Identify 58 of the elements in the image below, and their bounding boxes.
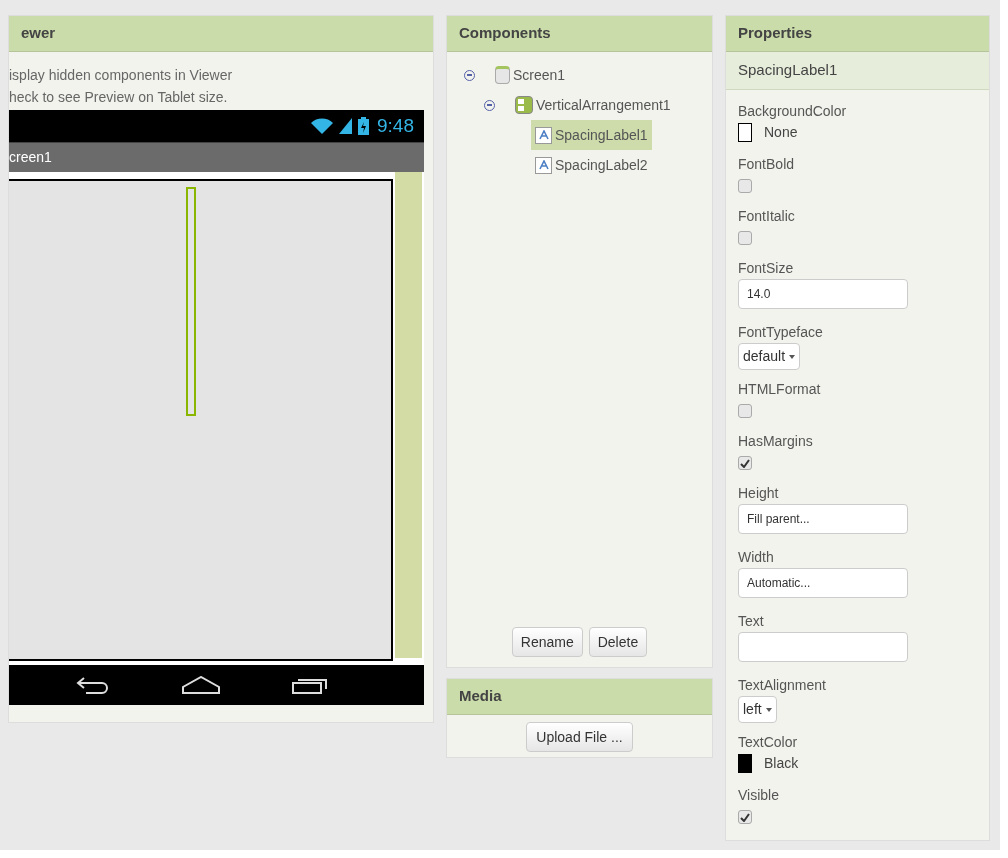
property-label: FontSize: [738, 259, 795, 277]
property-label: Width: [738, 548, 775, 566]
text-field[interactable]: 14.0: [738, 279, 908, 309]
checkmark-icon: [740, 458, 750, 468]
battery-icon: [358, 117, 369, 135]
recent-apps-icon[interactable]: [291, 676, 328, 694]
option-label[interactable]: heck to see Preview on Tablet size.: [9, 88, 433, 106]
checkbox[interactable]: [738, 456, 752, 470]
color-swatch[interactable]: [738, 123, 752, 142]
dropdown[interactable]: default: [738, 343, 801, 370]
property-label: HasMargins: [738, 432, 814, 450]
color-value: None: [764, 123, 798, 142]
caret-icon: [765, 707, 772, 712]
property-label: Height: [738, 484, 780, 502]
text-field[interactable]: [738, 632, 908, 662]
property-label: Visible: [738, 786, 780, 804]
action-button[interactable]: Delete: [588, 627, 648, 657]
checkbox[interactable]: [738, 810, 752, 824]
property-label: TextColor: [738, 733, 799, 751]
app-title-bar: creen1: [9, 142, 424, 172]
option-label[interactable]: isplay hidden components in Viewer: [9, 66, 433, 84]
action-button[interactable]: Rename: [511, 627, 583, 657]
property-label: FontItalic: [738, 207, 796, 225]
panel-header: ewer: [9, 16, 433, 52]
status-time: 9:48: [377, 113, 414, 138]
panel-header: Properties: [726, 16, 989, 52]
wifi-icon: [311, 118, 333, 134]
caret-icon: [789, 354, 796, 359]
checkmark-icon: [740, 812, 750, 822]
property-label: FontBold: [738, 155, 796, 173]
tree-item[interactable]: VerticalArrangement1: [511, 90, 675, 120]
text-field[interactable]: Fill parent...: [738, 504, 908, 534]
label-icon: [535, 126, 552, 144]
color-value: Black: [764, 754, 799, 773]
property-label: TextAlignment: [738, 676, 827, 694]
upload-button[interactable]: Upload File ...: [526, 722, 633, 752]
property-label: Text: [738, 612, 765, 630]
back-icon[interactable]: [75, 676, 110, 694]
checkbox[interactable]: [738, 179, 752, 193]
component-name: SpacingLabel1: [726, 52, 989, 90]
arrangement-icon: [515, 96, 533, 114]
tree-item[interactable]: SpacingLabel1: [531, 120, 652, 150]
dropdown[interactable]: left: [738, 696, 777, 723]
text-field[interactable]: Automatic...: [738, 568, 908, 598]
panel-header: Components: [447, 16, 712, 52]
color-swatch[interactable]: [738, 754, 752, 773]
property-label: FontTypeface: [738, 323, 824, 341]
tree-item[interactable]: SpacingLabel2: [531, 150, 652, 180]
checkbox[interactable]: [738, 404, 752, 418]
property-label: BackgroundColor: [738, 102, 848, 120]
signal-icon: [339, 118, 352, 134]
label-icon: [535, 156, 552, 174]
screen-icon: [495, 66, 510, 84]
checkbox[interactable]: [738, 231, 752, 245]
property-label: HTMLFormat: [738, 380, 822, 398]
tree-item[interactable]: Screen1: [491, 60, 570, 90]
home-icon[interactable]: [181, 676, 220, 694]
panel-header: Media: [447, 679, 712, 715]
